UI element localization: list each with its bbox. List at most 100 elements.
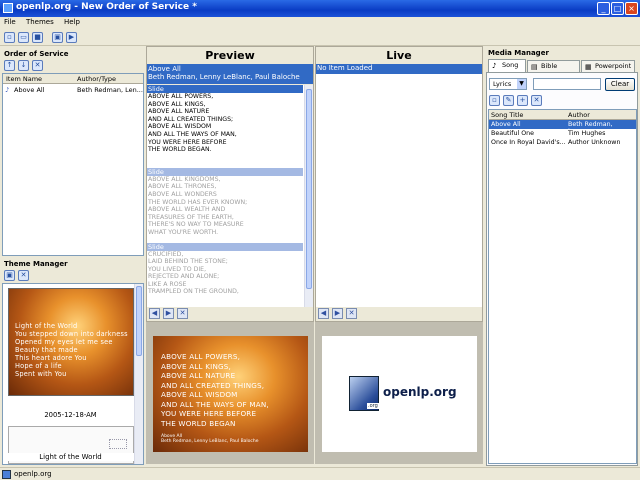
preview-scrollbar[interactable] xyxy=(304,85,313,307)
slide-label[interactable]: Slide xyxy=(147,242,303,251)
preview-song-title: Above All xyxy=(148,65,181,73)
scrollbar-thumb[interactable] xyxy=(136,286,142,356)
preview-screen: ABOVE ALL POWERS, ABOVE ALL KINGS, ABOVE A… xyxy=(153,336,308,452)
live-close-icon[interactable]: ✕ xyxy=(346,308,357,319)
slide-label[interactable]: Slide xyxy=(147,167,303,176)
table-row[interactable]: ♪ Above All Beth Redman, Len... xyxy=(3,84,143,95)
live-prev-slide-icon[interactable]: ◀ xyxy=(318,308,329,319)
live-slide-list[interactable]: No Item Loaded xyxy=(316,64,482,307)
next-slide-icon[interactable]: ▶ xyxy=(163,308,174,319)
live-screen: .org openlp.org xyxy=(322,336,477,452)
theme-manager-title: Theme Manager xyxy=(4,260,68,268)
scrollbar-thumb[interactable] xyxy=(306,89,312,289)
logo-sub: .org xyxy=(367,403,379,409)
theme-line: You stepped down into darkness xyxy=(15,330,128,338)
theme-manager-panel: Theme Manager ▣ ✕ Light of the World You… xyxy=(2,258,144,466)
preview-song-header[interactable]: Above All Beth Redman, Lenny LeBlanc, Pa… xyxy=(147,64,313,84)
logo-text: openlp.org xyxy=(383,385,457,399)
delete-song-icon[interactable]: ✕ xyxy=(531,95,542,106)
main-toolbar: ▫ ▭ ■ ▣ ▶ xyxy=(0,30,640,46)
save-icon[interactable]: ■ xyxy=(32,32,43,43)
theme-thumbnail-graphic xyxy=(109,439,127,449)
menu-help[interactable]: Help xyxy=(60,17,84,27)
edit-song-icon[interactable]: ✎ xyxy=(503,95,514,106)
preview-panel: Preview Above All Beth Redman, Lenny LeB… xyxy=(146,46,314,322)
preview-screen-text: ABOVE ALL POWERS, ABOVE ALL KINGS, ABOVE A… xyxy=(161,352,269,428)
theme-name-1: 2005-12-18-AM xyxy=(44,411,97,419)
preview-slide-list[interactable]: Slide ABOVE ALL POWERS, ABOVE ALL KINGS, A… xyxy=(147,85,313,307)
open-icon[interactable]: ▭ xyxy=(18,32,29,43)
close-preview-icon[interactable]: ✕ xyxy=(177,308,188,319)
new-icon[interactable]: ▫ xyxy=(4,32,15,43)
live-status: No Item Loaded xyxy=(316,64,482,74)
slide-text[interactable]: ABOVE ALL KINGDOMS, ABOVE ALL THRONES, ABO… xyxy=(147,176,303,237)
openlp-status-icon xyxy=(2,470,11,479)
move-down-icon[interactable]: ↓ xyxy=(18,60,29,71)
tab-powerpoint[interactable]: ▦ Powerpoint xyxy=(581,60,635,72)
footer-authors: Beth Redman, Lenny LeBlanc, Paul Baloche xyxy=(161,439,259,444)
order-of-service-list[interactable]: Item Name Author/Type ♪ Above All Beth R… xyxy=(2,73,144,256)
table-row[interactable]: Once In Royal David's... Author Unknown xyxy=(489,138,636,147)
menu-themes[interactable]: Themes xyxy=(22,17,58,27)
theme-preview-text: Light of the World You stepped down into… xyxy=(15,322,128,378)
table-row[interactable]: Above All Beth Redman, Lenny... xyxy=(489,120,636,135)
openlp-app-icon xyxy=(3,3,13,13)
theme-line: This heart adore You xyxy=(15,354,87,362)
close-button[interactable]: × xyxy=(625,2,638,15)
prev-slide-icon[interactable]: ◀ xyxy=(149,308,160,319)
menu-bar: File Themes Help xyxy=(0,17,640,29)
theme-line: Beauty that made xyxy=(15,346,78,354)
theme-line: Light of the World xyxy=(15,322,78,330)
clear-button[interactable]: Clear xyxy=(605,78,635,91)
tab-bible-verses[interactable]: ▤Bible Verses xyxy=(527,60,580,81)
order-of-service-title: Order of Service xyxy=(4,50,69,58)
preview-song-authors: Beth Redman, Lenny LeBlanc, Paul Baloche xyxy=(148,73,300,81)
title-bar: openlp.org - New Order of Service * _ □ … xyxy=(0,0,640,17)
theme-line: Spent with You xyxy=(15,370,67,378)
import-theme-icon[interactable]: ▣ xyxy=(4,270,15,281)
preview-screen-frame: ABOVE ALL POWERS, ABOVE ALL KINGS, ABOVE A… xyxy=(146,322,314,464)
media-manager-title: Media Manager xyxy=(488,49,549,57)
slide-label[interactable]: Slide xyxy=(147,85,303,93)
col-author-type[interactable]: Author/Type xyxy=(77,75,116,83)
theme-thumbnail-1[interactable]: Light of the World You stepped down into… xyxy=(8,288,134,396)
maximize-button[interactable]: □ xyxy=(611,2,624,15)
song-list-header: Song Title Author xyxy=(489,110,636,120)
move-up-icon[interactable]: ↑ xyxy=(4,60,15,71)
delete-theme-icon[interactable]: ✕ xyxy=(18,270,29,281)
theme-line: Hope of a life xyxy=(15,362,62,370)
window-title: openlp.org - New Order of Service * xyxy=(16,2,197,12)
menu-file[interactable]: File xyxy=(0,17,20,27)
theme-list[interactable]: Light of the World You stepped down into… xyxy=(2,283,144,465)
live-heading: Live xyxy=(386,49,412,62)
status-bar: openlp.org xyxy=(0,467,640,480)
row-item-name: Above All xyxy=(14,86,45,94)
table-row[interactable]: Beautiful One Tim Hughes xyxy=(489,129,636,138)
add-to-service-icon[interactable]: + xyxy=(517,95,528,106)
col-author[interactable]: Author xyxy=(568,111,590,119)
chevron-down-icon[interactable]: ▼ xyxy=(517,79,526,89)
theme-line: Opened my eyes let me see xyxy=(15,338,113,346)
delete-icon[interactable]: ✕ xyxy=(32,60,43,71)
song-icon: ♪ xyxy=(492,62,497,70)
song-list[interactable]: Song Title Author Above All Beth Redman,… xyxy=(488,109,637,464)
theme-list-scrollbar[interactable] xyxy=(134,284,143,464)
row-author: Beth Redman, Len... xyxy=(77,86,143,94)
search-type-select[interactable]: Lyrics ▼ xyxy=(489,78,527,90)
col-song-title[interactable]: Song Title xyxy=(491,111,523,119)
order-of-service-panel: Order of Service ↑ ↓ ✕ Item Name Author/… xyxy=(2,48,144,258)
live-panel: Live No Item Loaded ◀ ▶ ✕ xyxy=(315,46,483,322)
slide-text[interactable]: ABOVE ALL POWERS, ABOVE ALL KINGS, ABOVE A… xyxy=(147,93,303,154)
slide-text[interactable]: CRUCIFIED, LAID BEHIND THE STONE; YOU LIVE… xyxy=(147,251,303,297)
order-list-header: Item Name Author/Type xyxy=(3,74,143,84)
openlp-logo-icon: .org xyxy=(349,376,379,411)
minimize-button[interactable]: _ xyxy=(597,2,610,15)
new-song-icon[interactable]: ▫ xyxy=(489,95,500,106)
col-item-name[interactable]: Item Name xyxy=(6,75,42,83)
preview-heading: Preview xyxy=(205,49,255,62)
live-next-slide-icon[interactable]: ▶ xyxy=(332,308,343,319)
live-icon[interactable]: ▶ xyxy=(66,32,77,43)
theme-icon[interactable]: ▣ xyxy=(52,32,63,43)
tab-song[interactable]: ♪ Song xyxy=(488,59,526,72)
search-input[interactable] xyxy=(533,78,601,90)
